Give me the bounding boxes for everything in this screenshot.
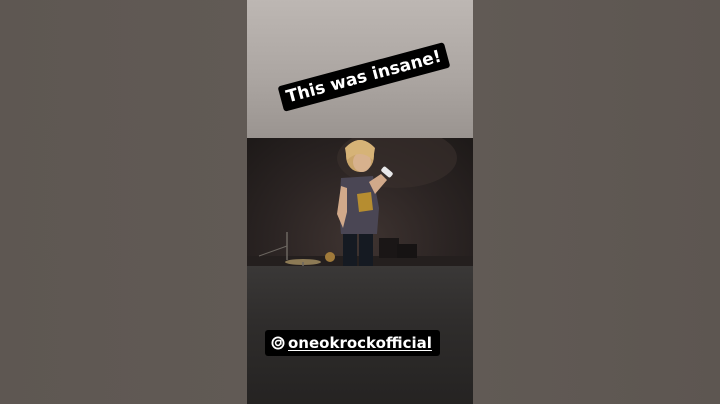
mention-handle[interactable]: oneokrockofficial bbox=[288, 332, 432, 354]
shorts-player[interactable]: This was insane! oneokrockofficial bbox=[0, 0, 720, 404]
mention-sticker[interactable]: oneokrockofficial bbox=[265, 330, 440, 356]
story-frame[interactable]: This was insane! oneokrockofficial bbox=[247, 0, 473, 404]
concert-scene bbox=[247, 138, 473, 266]
threads-icon bbox=[271, 336, 285, 350]
left-blurred-backdrop bbox=[0, 0, 247, 404]
concert-video[interactable] bbox=[247, 138, 473, 266]
right-blurred-backdrop bbox=[473, 0, 720, 404]
